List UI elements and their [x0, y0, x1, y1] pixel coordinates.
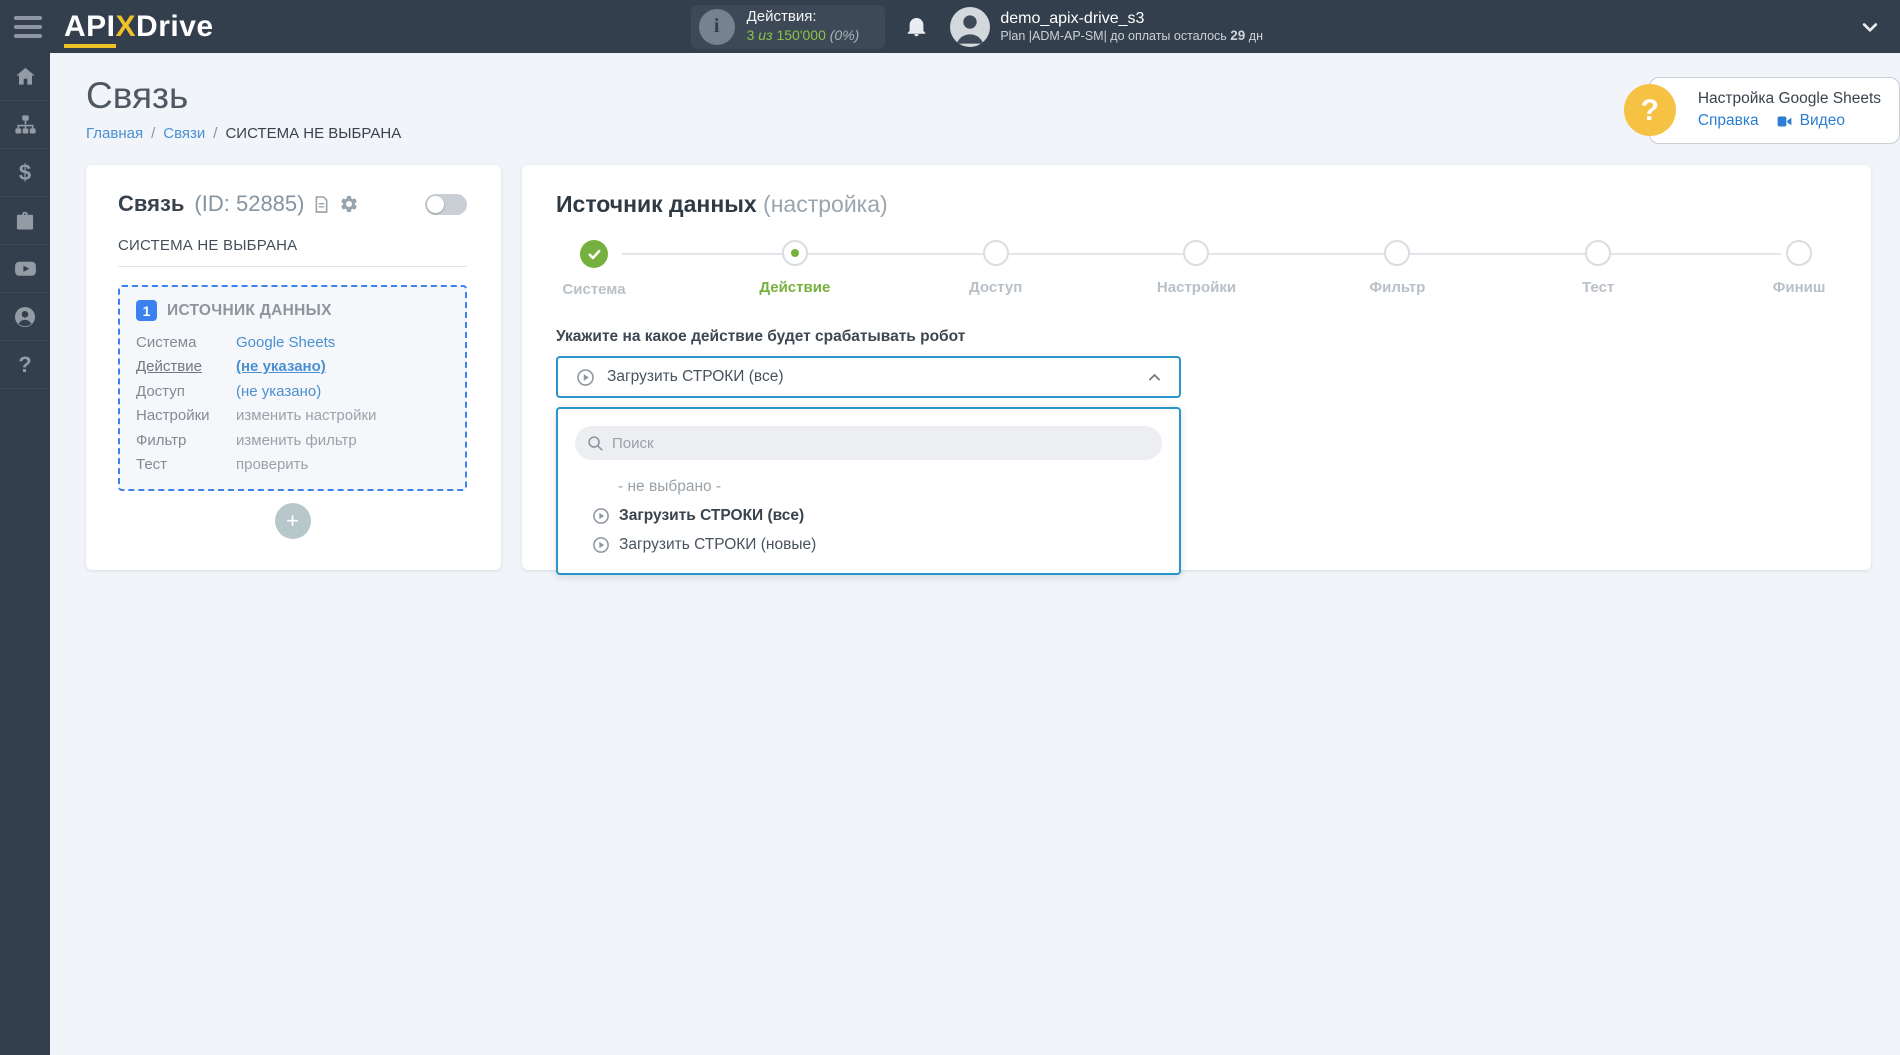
step-filter[interactable]: Фильтр — [1359, 240, 1435, 298]
action-question-label: Укажите на какое действие будет срабатыв… — [556, 328, 966, 345]
connection-id: (ID: 52885) — [194, 191, 305, 216]
play-circle-icon — [592, 536, 610, 554]
search-icon — [587, 435, 604, 452]
breadcrumb-current: СИСТЕМА НЕ ВЫБРАНА — [225, 125, 402, 142]
source-row-system: Система Google Sheets — [136, 333, 336, 351]
settings-value-link[interactable]: изменить настройки — [236, 407, 376, 424]
sidebar-item-billing[interactable]: $ — [0, 149, 50, 197]
help-link[interactable]: Справка — [1698, 110, 1759, 132]
source-row-settings: Настройки изменить настройки — [136, 407, 377, 425]
play-circle-icon — [592, 507, 610, 525]
user-avatar[interactable] — [950, 6, 991, 47]
stepper: Система Действие Доступ Настройки Фильтр… — [556, 240, 1837, 304]
video-link[interactable]: Видео — [1800, 110, 1845, 132]
user-icon — [15, 306, 35, 327]
logo-part-drive: Drive — [136, 9, 214, 43]
step-finish[interactable]: Финиш — [1761, 240, 1837, 298]
connection-toggle[interactable] — [425, 193, 467, 215]
sidebar-item-help[interactable]: ? — [0, 341, 50, 389]
step-done-check-icon — [580, 240, 608, 268]
step-settings[interactable]: Настройки — [1157, 240, 1236, 298]
video-camera-icon — [1775, 114, 1794, 129]
step-system[interactable]: Система — [556, 240, 632, 298]
briefcase-icon — [16, 211, 34, 230]
source-step-badge: 1 — [136, 300, 157, 321]
header-chevron-down-icon[interactable] — [1740, 17, 1880, 37]
logo-part-api: API — [64, 9, 116, 48]
help-card: ? Настройка Google Sheets Справка Видео — [1623, 77, 1900, 144]
app-logo[interactable]: APIXDrive — [64, 9, 214, 48]
panel-title: Источник данных (настройка) — [556, 191, 888, 217]
help-card-title: Настройка Google Sheets — [1697, 90, 1881, 107]
user-name: demo_apix-drive_s3 — [1000, 9, 1145, 27]
note-icon[interactable] — [312, 195, 331, 214]
test-value-link[interactable]: проверить — [236, 456, 308, 473]
option-load-rows-new[interactable]: Загрузить СТРОКИ (новые) — [558, 530, 1179, 559]
connection-card: Связь (ID: 52885) СИСТЕМА НЕ ВЫБРАНА 1 И… — [86, 165, 501, 570]
page-title: Связь — [86, 75, 189, 116]
filter-value-link[interactable]: изменить фильтр — [236, 432, 357, 449]
sidebar-item-home[interactable] — [0, 53, 50, 101]
step-active-dot — [790, 249, 799, 257]
step-access[interactable]: Доступ — [958, 240, 1034, 298]
question-icon: ? — [18, 351, 32, 377]
source-box-title: ИСТОЧНИК ДАННЫХ — [167, 301, 332, 319]
source-row-test: Тест проверить — [136, 456, 309, 474]
dropdown-search[interactable] — [575, 426, 1162, 460]
actions-label: Действия: — [746, 8, 817, 26]
sidebar-nav: $ ? — [0, 53, 50, 1055]
source-settings-panel: Источник данных (настройка) Система Дейс… — [522, 165, 1871, 575]
logo-part-x: X — [115, 9, 137, 43]
search-input[interactable] — [612, 434, 1150, 452]
top-bar: APIXDrive i Действия: 3 из 150'000 (0%) … — [0, 0, 1900, 53]
data-source-box[interactable]: 1 ИСТОЧНИК ДАННЫХ Система Google Sheets … — [118, 285, 467, 491]
connection-subtitle: СИСТЕМА НЕ ВЫБРАНА — [118, 237, 467, 267]
breadcrumb-home[interactable]: Главная — [86, 125, 143, 142]
dollar-icon: $ — [18, 159, 32, 185]
add-step-button[interactable]: + — [274, 503, 311, 539]
system-value-link[interactable]: Google Sheets — [236, 334, 335, 351]
home-icon — [15, 67, 35, 85]
source-row-filter: Фильтр изменить фильтр — [136, 431, 357, 449]
action-select[interactable]: Загрузить СТРОКИ (все) — [556, 356, 1181, 398]
info-icon: i — [698, 8, 735, 45]
source-row-action: Действие (не указано) — [136, 358, 326, 376]
option-load-rows-all[interactable]: Загрузить СТРОКИ (все) — [558, 501, 1179, 530]
sidebar-item-connections[interactable] — [0, 101, 50, 149]
sitemap-icon — [14, 115, 36, 134]
connection-title: Связь — [118, 191, 185, 216]
hamburger-menu-icon[interactable] — [14, 15, 42, 38]
sidebar-item-services[interactable] — [0, 197, 50, 245]
action-value-link[interactable]: (не указано) — [236, 358, 326, 375]
access-value-link[interactable]: (не указано) — [236, 383, 321, 400]
notifications-bell-icon[interactable] — [905, 15, 928, 38]
option-not-selected[interactable]: - не выбрано - — [558, 472, 1179, 501]
actions-counter: i Действия: 3 из 150'000 (0%) — [690, 4, 886, 49]
user-menu[interactable]: demo_apix-drive_s3 Plan |ADM-AP-SM| до о… — [1000, 9, 1263, 44]
sidebar-item-video[interactable] — [0, 245, 50, 293]
action-dropdown: - не выбрано - Загрузить СТРОКИ (все) За… — [556, 407, 1181, 575]
chevron-up-icon — [1146, 369, 1163, 386]
user-plan: Plan |ADM-AP-SM| до оплаты осталось 29 д… — [1000, 28, 1263, 43]
play-circle-icon — [576, 368, 595, 387]
actions-count: 3 из 150'000 (0%) — [746, 27, 860, 44]
breadcrumb: Главная / Связи / СИСТЕМА НЕ ВЫБРАНА — [86, 125, 402, 142]
step-action[interactable]: Действие — [757, 240, 833, 298]
select-value: Загрузить СТРОКИ (все) — [607, 368, 784, 385]
help-question-icon[interactable]: ? — [1623, 84, 1676, 137]
sidebar-item-account[interactable] — [0, 293, 50, 341]
breadcrumb-links[interactable]: Связи — [163, 125, 205, 142]
step-test[interactable]: Тест — [1560, 240, 1636, 298]
source-row-access: Доступ (не указано) — [136, 382, 322, 400]
gear-icon[interactable] — [339, 194, 359, 214]
youtube-icon — [14, 261, 36, 276]
